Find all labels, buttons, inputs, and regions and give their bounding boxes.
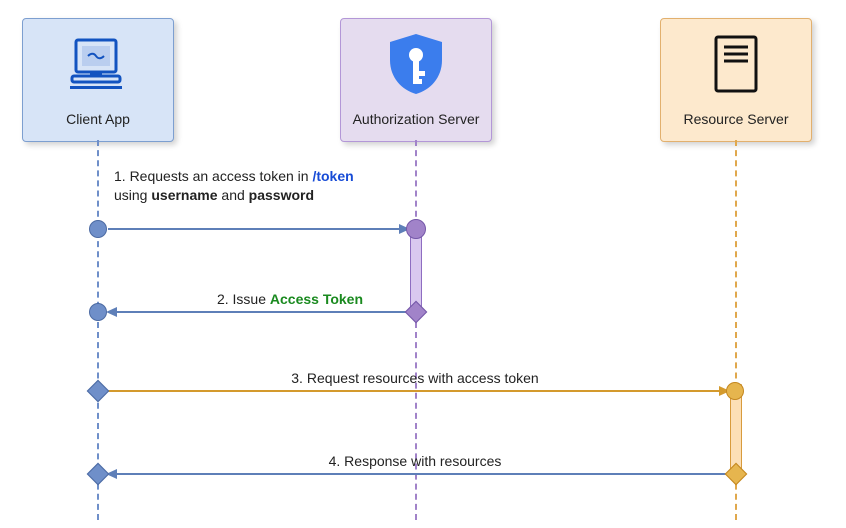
endpoint-client-4: [87, 463, 110, 486]
computer-icon: [23, 19, 173, 109]
endpoint-client-1: [89, 220, 107, 238]
actor-authorization-server: Authorization Server: [340, 18, 492, 142]
actor-resource-label: Resource Server: [661, 109, 811, 135]
actor-client-app: Client App: [22, 18, 174, 142]
message-4-text: 4. Response with resources: [230, 452, 600, 471]
endpoint-resource-4: [725, 463, 748, 486]
endpoint-auth-1: [406, 219, 426, 239]
actor-client-label: Client App: [23, 109, 173, 135]
actor-resource-server: Resource Server: [660, 18, 812, 142]
message-2-text: 2. Issue Access Token: [170, 290, 410, 309]
server-icon: [661, 19, 811, 109]
actor-auth-label: Authorization Server: [341, 109, 491, 135]
shield-key-icon: [341, 19, 491, 109]
endpoint-client-3: [87, 380, 110, 403]
message-3-text: 3. Request resources with access token: [230, 369, 600, 388]
endpoint-resource-3: [726, 382, 744, 400]
message-1-text: 1. Requests an access token in /token us…: [114, 167, 354, 205]
endpoint-client-2: [89, 303, 107, 321]
